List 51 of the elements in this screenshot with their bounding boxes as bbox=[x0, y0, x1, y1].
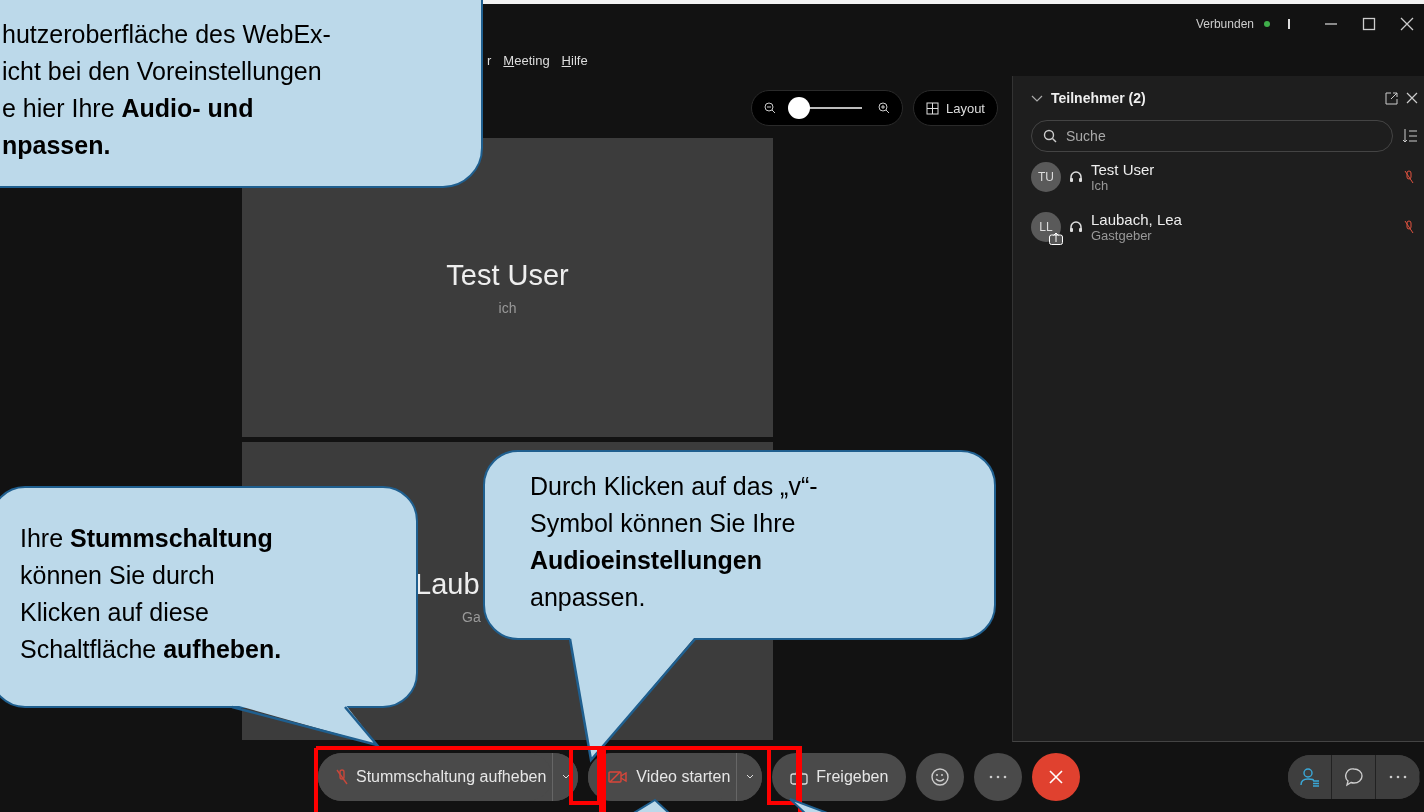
search-icon bbox=[1043, 129, 1057, 143]
caret-icon bbox=[745, 774, 754, 780]
zoom-control[interactable] bbox=[750, 90, 903, 126]
participant-name: Test User bbox=[1091, 161, 1156, 178]
zoom-slider-thumb[interactable] bbox=[787, 97, 810, 119]
grid-icon bbox=[925, 101, 939, 115]
share-icon bbox=[1049, 232, 1063, 245]
menu-item[interactable]: r bbox=[487, 52, 492, 68]
participant-name: Laub bbox=[415, 568, 481, 601]
callout-text: hutzeroberfläche des WebEx- icht bei den Voreinstellungen e hier Ihre Audio- und npassen. bbox=[2, 19, 331, 161]
layout-button[interactable]: Layout bbox=[912, 90, 998, 126]
close-icon bbox=[1048, 769, 1065, 785]
avatar-initials: LL bbox=[1039, 220, 1053, 234]
search-field[interactable]: Suche bbox=[1031, 120, 1393, 152]
speech-bubble-icon bbox=[1343, 767, 1364, 787]
maximize-icon[interactable] bbox=[1362, 17, 1376, 31]
headset-icon bbox=[1069, 220, 1083, 234]
leave-meeting-button[interactable] bbox=[1032, 753, 1081, 801]
participant-label: Ga bbox=[462, 609, 482, 625]
close-icon[interactable] bbox=[1400, 17, 1414, 31]
zoom-in-icon[interactable] bbox=[877, 102, 890, 114]
ellipsis-icon bbox=[1388, 775, 1407, 779]
callout-text: Durch Klicken auf das „v“- Symbol können Sie Ihre Audioeinstellungen anpassen. bbox=[530, 471, 818, 613]
participant-row[interactable]: TU Test User Ich bbox=[1031, 152, 1424, 202]
participant-name: Laubach, Lea bbox=[1091, 211, 1183, 228]
participant-role: Ich bbox=[1091, 178, 1110, 193]
connection-status: Verbunden bbox=[1195, 17, 1254, 31]
video-options-button[interactable] bbox=[736, 753, 763, 801]
participant-name: Test User bbox=[446, 259, 569, 292]
ellipsis-icon bbox=[989, 775, 1008, 779]
share-button[interactable]: Freigeben bbox=[772, 753, 907, 801]
participant-row[interactable]: LL Laubach, Lea Gastgeber bbox=[1031, 202, 1424, 252]
avatar-initials: TU bbox=[1038, 170, 1054, 184]
menu-item[interactable]: Hilfe bbox=[561, 52, 588, 68]
close-icon[interactable] bbox=[1406, 92, 1418, 104]
person-list-icon bbox=[1299, 767, 1320, 787]
smiley-icon bbox=[930, 767, 951, 787]
panel-title: Teilnehmer (2) bbox=[1051, 90, 1147, 106]
pop-out-icon[interactable] bbox=[1385, 91, 1398, 105]
callout-text: Ihre Stummschaltung können Sie durch Klicken auf diese Schaltfläche aufheben. bbox=[20, 523, 282, 665]
video-camera-off-icon bbox=[608, 770, 629, 784]
muted-microphone-icon bbox=[336, 769, 348, 785]
participant-role: Gastgeber bbox=[1091, 228, 1153, 243]
headset-icon bbox=[1069, 170, 1083, 184]
sort-icon[interactable] bbox=[1403, 128, 1417, 144]
caret-icon bbox=[561, 774, 570, 780]
participant-label: ich bbox=[498, 300, 517, 316]
zoom-out-icon[interactable] bbox=[763, 102, 776, 114]
reactions-button[interactable] bbox=[916, 753, 965, 801]
participants-button[interactable] bbox=[1288, 755, 1332, 799]
menu-item[interactable]: Meeting bbox=[503, 52, 550, 68]
